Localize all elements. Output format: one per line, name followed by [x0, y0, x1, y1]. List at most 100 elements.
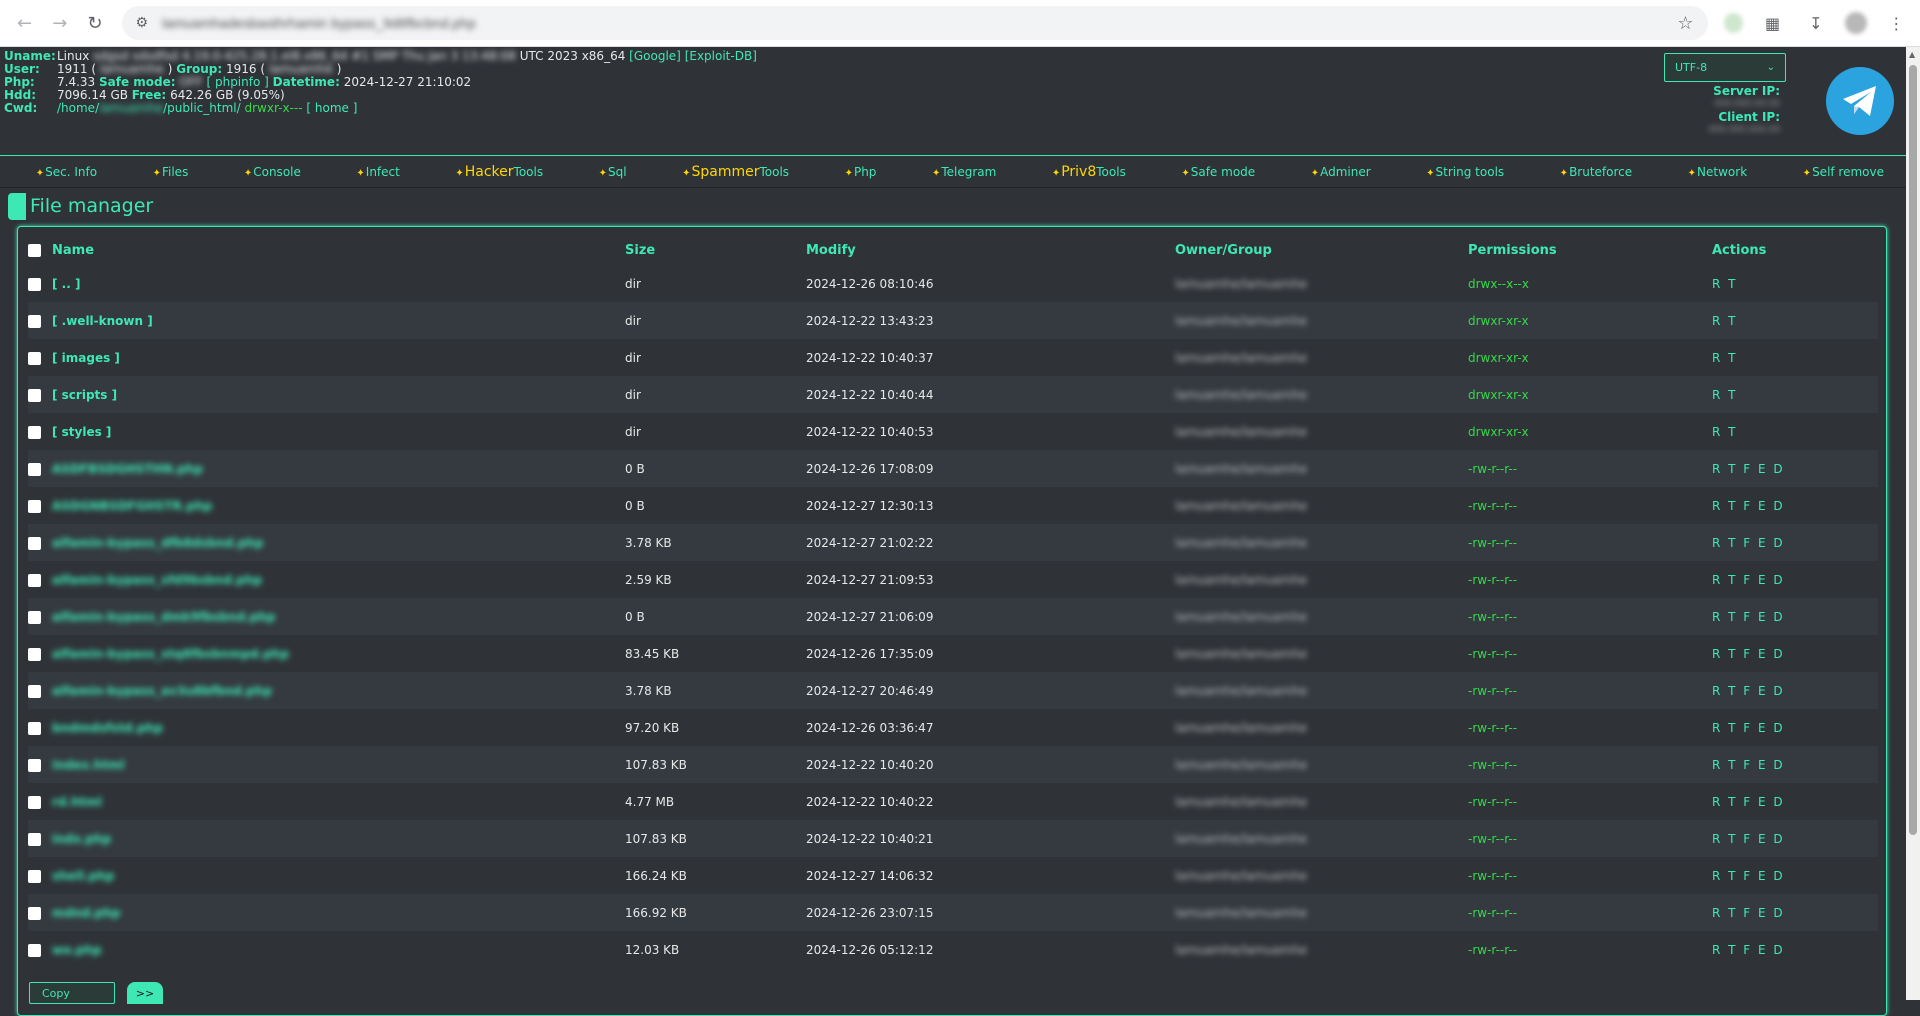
- file-link[interactable]: [ images ]: [52, 351, 120, 365]
- forward-icon[interactable]: →: [45, 8, 74, 38]
- file-link[interactable]: mdnd.php: [52, 906, 121, 920]
- file-permissions[interactable]: -rw-r--r--: [1468, 931, 1712, 968]
- file-actions[interactable]: R T F E D: [1712, 746, 1878, 783]
- file-actions[interactable]: R T: [1712, 339, 1878, 376]
- file-permissions[interactable]: -rw-r--r--: [1468, 487, 1712, 524]
- file-link[interactable]: [ styles ]: [52, 425, 111, 439]
- file-actions[interactable]: R T F E D: [1712, 672, 1878, 709]
- file-link[interactable]: ASDFBSDGHSTHN.php: [52, 462, 203, 476]
- row-checkbox[interactable]: [28, 795, 41, 809]
- reload-icon[interactable]: ↻: [80, 8, 109, 38]
- file-actions[interactable]: R T F E D: [1712, 931, 1878, 968]
- exploitdb-link[interactable]: [Exploit-DB]: [685, 50, 757, 63]
- row-checkbox[interactable]: [28, 462, 41, 476]
- file-permissions[interactable]: -rw-r--r--: [1468, 450, 1712, 487]
- row-checkbox[interactable]: [28, 869, 41, 883]
- file-permissions[interactable]: -rw-r--r--: [1468, 857, 1712, 894]
- site-info-icon[interactable]: ⚙: [136, 15, 149, 31]
- menu-sec-info[interactable]: ✦Sec. Info: [36, 165, 97, 179]
- menu-network[interactable]: ✦Network: [1688, 165, 1748, 179]
- menu-telegram[interactable]: ✦Telegram: [932, 165, 996, 179]
- google-link[interactable]: [Google]: [629, 50, 681, 63]
- menu-self-remove[interactable]: ✦Self remove: [1803, 165, 1884, 179]
- file-link[interactable]: rd.html: [52, 795, 102, 809]
- cwd-suffix[interactable]: /public_html/: [163, 102, 241, 115]
- file-permissions[interactable]: -rw-r--r--: [1468, 783, 1712, 820]
- bulk-action-select[interactable]: Copy: [29, 982, 115, 1004]
- row-checkbox[interactable]: [28, 721, 41, 735]
- row-checkbox[interactable]: [28, 906, 41, 920]
- file-link[interactable]: bndmdsfstd.php: [52, 721, 163, 735]
- row-checkbox[interactable]: [28, 647, 41, 661]
- file-link[interactable]: alfamin-bypass_av3u8bfbnd.php: [52, 684, 272, 698]
- row-checkbox[interactable]: [28, 388, 41, 402]
- scrollbar-thumb[interactable]: [1909, 65, 1917, 835]
- row-checkbox[interactable]: [28, 499, 41, 513]
- kebab-menu-icon[interactable]: ⋮: [1883, 9, 1910, 37]
- file-actions[interactable]: R T F E D: [1712, 487, 1878, 524]
- file-permissions[interactable]: -rw-r--r--: [1468, 894, 1712, 931]
- file-actions[interactable]: R T F E D: [1712, 783, 1878, 820]
- file-link[interactable]: ASDGNBSDFGHSTR.php: [52, 499, 212, 513]
- page-scrollbar[interactable]: ▲: [1906, 47, 1920, 1000]
- address-bar[interactable]: ⚙ lamuamhadesbasthrhamin bypass_9d8fbcbn…: [121, 6, 1708, 40]
- file-link[interactable]: alfamin-bypass_stq8fbsbnmpd.php: [52, 647, 289, 661]
- file-actions[interactable]: R T: [1712, 413, 1878, 450]
- file-permissions[interactable]: drwxr-xr-x: [1468, 376, 1712, 413]
- menu-spammer-tools[interactable]: ✦SpammerTools: [682, 164, 789, 180]
- file-permissions[interactable]: -rw-r--r--: [1468, 820, 1712, 857]
- file-link[interactable]: [ .well-known ]: [52, 314, 153, 328]
- go-button[interactable]: >>: [127, 982, 163, 1004]
- back-icon[interactable]: ←: [10, 8, 39, 38]
- home-link[interactable]: [ home ]: [306, 102, 357, 115]
- profile-avatar[interactable]: [1845, 12, 1867, 34]
- extensions-puzzle-icon[interactable]: ▦: [1759, 9, 1786, 37]
- file-actions[interactable]: R T: [1712, 265, 1878, 302]
- menu-sql[interactable]: ✦Sql: [599, 165, 627, 179]
- bookmark-star-icon[interactable]: ☆: [1677, 13, 1693, 34]
- col-name[interactable]: Name: [52, 235, 625, 265]
- row-checkbox[interactable]: [28, 314, 41, 328]
- row-checkbox[interactable]: [28, 758, 41, 772]
- menu-bruteforce[interactable]: ✦Bruteforce: [1560, 165, 1632, 179]
- file-permissions[interactable]: drwxr-xr-x: [1468, 339, 1712, 376]
- menu-priv8-tools[interactable]: ✦Priv8Tools: [1052, 164, 1126, 180]
- row-checkbox[interactable]: [28, 573, 41, 587]
- file-link[interactable]: wo.php: [52, 943, 102, 957]
- cwd-prefix[interactable]: /home/: [57, 102, 99, 115]
- file-actions[interactable]: R T: [1712, 302, 1878, 339]
- file-permissions[interactable]: drwxr-xr-x: [1468, 302, 1712, 339]
- file-actions[interactable]: R T F E D: [1712, 450, 1878, 487]
- row-checkbox[interactable]: [28, 425, 41, 439]
- file-link[interactable]: [ .. ]: [52, 277, 80, 291]
- file-permissions[interactable]: -rw-r--r--: [1468, 746, 1712, 783]
- file-permissions[interactable]: -rw-r--r--: [1468, 635, 1712, 672]
- file-link[interactable]: [ scripts ]: [52, 388, 117, 402]
- file-permissions[interactable]: -rw-r--r--: [1468, 672, 1712, 709]
- file-actions[interactable]: R T F E D: [1712, 598, 1878, 635]
- row-checkbox[interactable]: [28, 277, 41, 291]
- file-permissions[interactable]: drwxr-xr-x: [1468, 413, 1712, 450]
- menu-safe-mode[interactable]: ✦Safe mode: [1181, 165, 1255, 179]
- menu-php[interactable]: ✦Php: [845, 165, 877, 179]
- file-actions[interactable]: R T F E D: [1712, 820, 1878, 857]
- file-link[interactable]: index.html: [52, 758, 125, 772]
- file-actions[interactable]: R T F E D: [1712, 857, 1878, 894]
- file-actions[interactable]: R T F E D: [1712, 894, 1878, 931]
- menu-adminer[interactable]: ✦Adminer: [1311, 165, 1371, 179]
- row-checkbox[interactable]: [28, 610, 41, 624]
- col-size[interactable]: Size: [625, 235, 806, 265]
- extension-icon[interactable]: [1723, 13, 1743, 33]
- col-modify[interactable]: Modify: [806, 235, 1175, 265]
- menu-string-tools[interactable]: ✦String tools: [1426, 165, 1504, 179]
- row-checkbox[interactable]: [28, 943, 41, 957]
- file-actions[interactable]: R T F E D: [1712, 524, 1878, 561]
- row-checkbox[interactable]: [28, 832, 41, 846]
- file-permissions[interactable]: -rw-r--r--: [1468, 598, 1712, 635]
- scroll-up-icon[interactable]: ▲: [1909, 50, 1915, 59]
- url-text[interactable]: lamuamhadesbasthrhamin bypass_9d8fbcbnd.…: [162, 15, 476, 31]
- file-permissions[interactable]: -rw-r--r--: [1468, 561, 1712, 598]
- file-permissions[interactable]: drwx--x--x: [1468, 265, 1712, 302]
- telegram-icon[interactable]: [1826, 67, 1894, 135]
- file-actions[interactable]: R T F E D: [1712, 635, 1878, 672]
